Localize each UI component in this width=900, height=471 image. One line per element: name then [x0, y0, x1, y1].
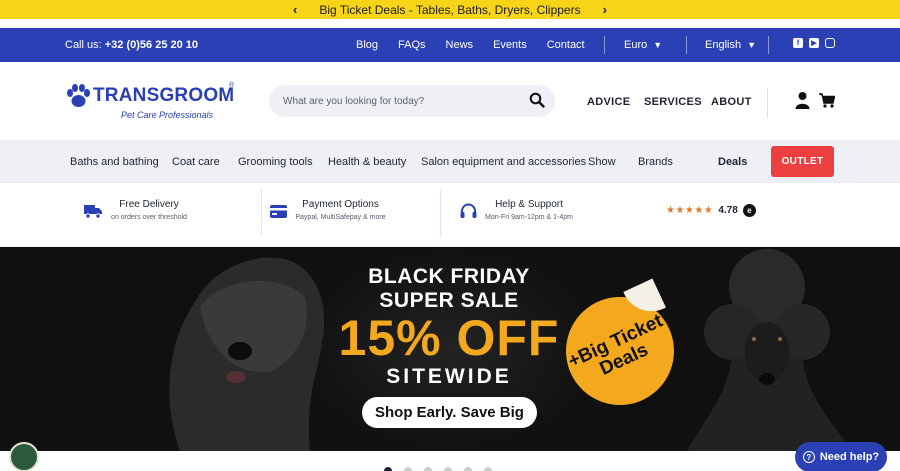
- carousel-dot[interactable]: [404, 467, 412, 471]
- divider: [768, 36, 769, 54]
- card-icon: [270, 205, 287, 218]
- currency-select[interactable]: Euro ▼: [624, 39, 662, 51]
- call-label: Call us:: [65, 39, 102, 51]
- nav-services[interactable]: SERVICES: [644, 96, 702, 108]
- top-link-blog[interactable]: Blog: [356, 39, 378, 51]
- top-link-contact[interactable]: Contact: [547, 39, 585, 51]
- trusted-shops-badge: e: [742, 204, 756, 217]
- category-coat-care[interactable]: Coat care: [172, 156, 220, 168]
- category-nav: Baths and bathing Coat care Grooming too…: [0, 140, 900, 183]
- usp-help-support: Help & Support Mon-Fri 9am-12pm & 1-4pm: [484, 199, 574, 221]
- carousel-dot[interactable]: [384, 467, 392, 471]
- black-dog-image: [169, 257, 325, 451]
- usp-title: Help & Support: [495, 199, 563, 210]
- chevron-down-icon: ▼: [747, 40, 756, 50]
- need-help-button[interactable]: ? Need help?: [795, 442, 887, 471]
- social-links: f ▶: [793, 38, 835, 48]
- truck-icon: [84, 205, 102, 219]
- rating-widget[interactable]: ★★★★★ 4.78 e: [666, 204, 756, 217]
- youtube-icon[interactable]: ▶: [809, 38, 819, 48]
- need-help-label: Need help?: [819, 451, 880, 463]
- poodle-image: [687, 249, 852, 451]
- facebook-icon[interactable]: f: [793, 38, 803, 48]
- category-health-beauty[interactable]: Health & beauty: [328, 156, 406, 168]
- brand-name: TRANSGROOM: [93, 85, 235, 106]
- promo-text[interactable]: Big Ticket Deals - Tables, Baths, Dryers…: [319, 3, 580, 17]
- usp-bar: Free Delivery on orders over threshold P…: [0, 183, 900, 247]
- top-bar: Call us: +32 (0)56 25 20 10 Blog FAQs Ne…: [0, 28, 900, 62]
- search-input[interactable]: What are you looking for today?: [269, 85, 555, 117]
- rating-stars: ★★★★★: [666, 205, 714, 216]
- hero-banner[interactable]: BLACK FRIDAY SUPER SALE 15% OFF SITEWIDE…: [0, 247, 900, 451]
- shop-early-button[interactable]: Shop Early. Save Big: [362, 397, 537, 428]
- category-grooming-tools[interactable]: Grooming tools: [238, 156, 313, 168]
- paw-icon: [67, 84, 90, 107]
- site-header: TRANSGROOM ® Pet Care Professionals What…: [0, 62, 900, 140]
- user-icon[interactable]: [795, 91, 810, 109]
- instagram-icon[interactable]: [825, 38, 835, 48]
- promo-bar: ‹ Big Ticket Deals - Tables, Baths, Drye…: [0, 0, 900, 19]
- top-link-faqs[interactable]: FAQs: [398, 39, 426, 51]
- category-deals[interactable]: Deals: [718, 156, 747, 168]
- hero-discount: 15% OFF: [338, 310, 560, 366]
- category-baths[interactable]: Baths and bathing: [70, 156, 159, 168]
- language-select[interactable]: English ▼: [705, 39, 756, 51]
- carousel-dot[interactable]: [484, 467, 492, 471]
- nav-about[interactable]: ABOUT: [711, 96, 752, 108]
- usp-subtitle: Paypal, MultiSafepay & more: [295, 214, 386, 221]
- hero-line-1: BLACK FRIDAY: [368, 265, 530, 288]
- outlet-button[interactable]: OUTLET: [771, 146, 834, 177]
- carousel-dot[interactable]: [424, 467, 432, 471]
- carousel-dot[interactable]: [444, 467, 452, 471]
- divider: [440, 189, 441, 237]
- search-placeholder: What are you looking for today?: [283, 96, 425, 107]
- chevron-down-icon: ▼: [653, 40, 663, 50]
- headset-icon: [460, 203, 477, 218]
- usp-subtitle: Mon-Fri 9am-12pm & 1-4pm: [485, 214, 573, 221]
- carousel-dot[interactable]: [464, 467, 472, 471]
- question-icon: ?: [802, 451, 815, 463]
- divider: [767, 88, 768, 118]
- category-brands[interactable]: Brands: [638, 156, 673, 168]
- carousel-area: [0, 451, 900, 471]
- nav-advice[interactable]: ADVICE: [587, 96, 630, 108]
- top-links: Blog FAQs News Events Contact: [356, 39, 585, 51]
- site-logo[interactable]: TRANSGROOM ® Pet Care Professionals: [65, 82, 240, 124]
- category-show[interactable]: Show: [588, 156, 616, 168]
- usp-title: Payment Options: [302, 199, 379, 210]
- top-link-events[interactable]: Events: [493, 39, 527, 51]
- language-value: English: [705, 39, 742, 51]
- promo-prev-button[interactable]: ‹: [293, 2, 297, 17]
- cart-icon[interactable]: [819, 93, 835, 108]
- usp-free-delivery: Free Delivery on orders over threshold: [110, 199, 188, 221]
- divider: [261, 189, 262, 237]
- hero-sitewide: SITEWIDE: [386, 365, 512, 388]
- call-us: Call us: +32 (0)56 25 20 10: [65, 39, 198, 51]
- search-icon[interactable]: [529, 92, 545, 108]
- divider: [604, 36, 605, 54]
- currency-value: Euro: [624, 39, 648, 51]
- hero-headline: BLACK FRIDAY SUPER SALE: [319, 265, 579, 313]
- divider: [686, 36, 687, 54]
- usp-subtitle: on orders over threshold: [111, 214, 187, 221]
- usp-payment-options: Payment Options Paypal, MultiSafepay & m…: [294, 199, 387, 221]
- promo-next-button[interactable]: ›: [603, 2, 607, 17]
- sticker-text: +Big Ticket Deals: [565, 310, 667, 380]
- rating-value: 4.78: [718, 205, 738, 216]
- cookie-settings-icon[interactable]: [9, 442, 39, 471]
- carousel-dots: [384, 467, 492, 471]
- usp-title: Free Delivery: [119, 199, 179, 210]
- brand-tagline: Pet Care Professionals: [121, 110, 214, 120]
- phone-number[interactable]: +32 (0)56 25 20 10: [105, 39, 198, 51]
- top-link-news[interactable]: News: [446, 39, 474, 51]
- registered-mark: ®: [229, 82, 235, 89]
- category-salon-equipment[interactable]: Salon equipment and accessories: [421, 156, 586, 168]
